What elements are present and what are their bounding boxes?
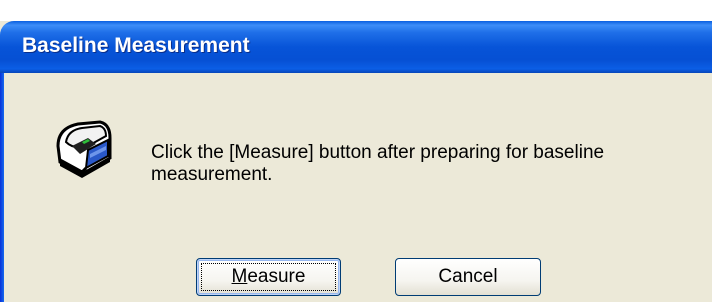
message-line-2: measurement. — [151, 164, 273, 185]
measure-button[interactable]: Measure — [196, 258, 341, 296]
window-title: Baseline Measurement — [22, 34, 250, 57]
measure-button-label: Measure — [232, 266, 306, 287]
dialog-window: Baseline Measurement Click the [Measure]… — [0, 21, 712, 302]
dialog-message: Click the [Measure] button after prepari… — [151, 142, 691, 186]
cancel-button-label: Cancel — [438, 266, 498, 287]
measurement-device-icon — [52, 116, 116, 180]
measure-label-rest: easure — [247, 266, 306, 287]
title-bar[interactable]: Baseline Measurement — [0, 21, 712, 73]
window-border — [0, 73, 4, 302]
measure-accelerator: M — [231, 266, 248, 287]
cancel-button[interactable]: Cancel — [395, 258, 541, 296]
message-line-1: Click the [Measure] button after prepari… — [151, 142, 605, 163]
